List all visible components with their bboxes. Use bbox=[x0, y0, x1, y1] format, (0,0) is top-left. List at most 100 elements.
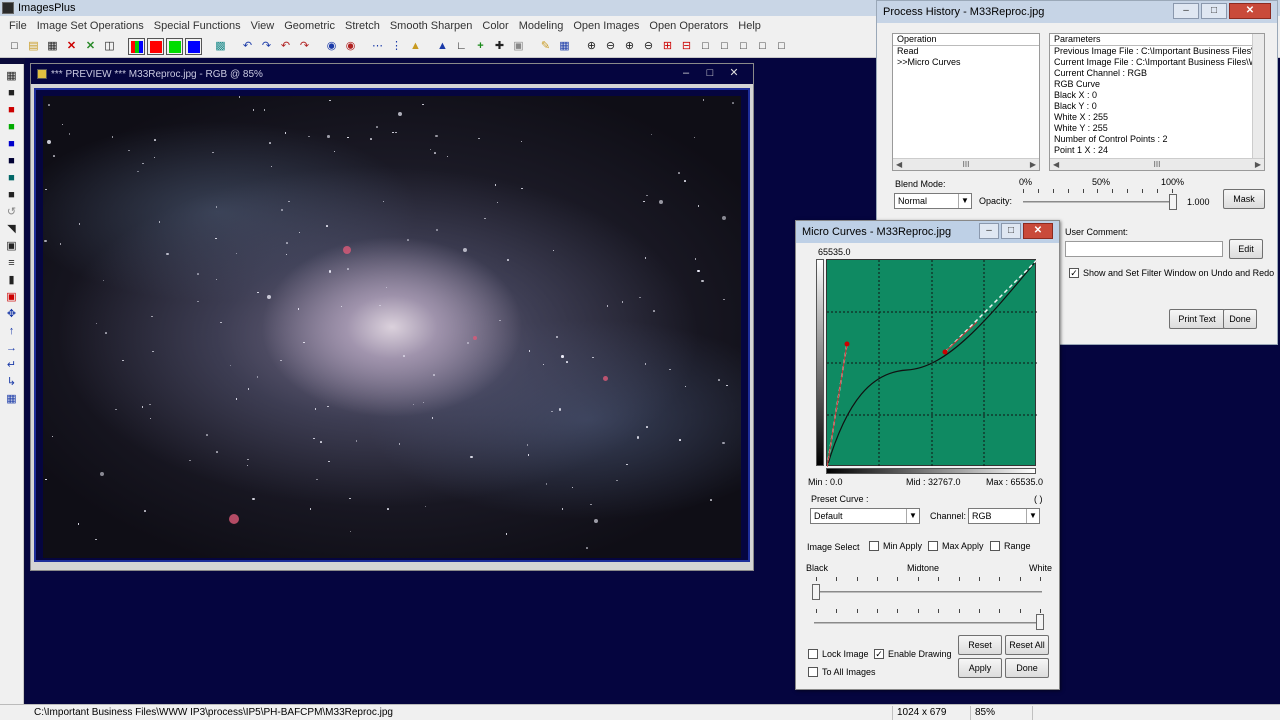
triangle-icon[interactable]: ▲ bbox=[434, 38, 451, 55]
enable-drawing-checkbox[interactable]: ✓ Enable Drawing bbox=[874, 649, 952, 659]
menu-file[interactable]: File bbox=[4, 20, 32, 32]
zoom-fit-icon[interactable]: ⊕ bbox=[621, 38, 638, 55]
rotate-right-icon[interactable]: ↳ bbox=[4, 374, 20, 390]
menu-special-functions[interactable]: Special Functions bbox=[149, 20, 246, 32]
menu-image-set-operations[interactable]: Image Set Operations bbox=[32, 20, 149, 32]
blue-swatch-icon[interactable]: ■ bbox=[4, 136, 20, 152]
curve-graph[interactable] bbox=[826, 259, 1038, 468]
menu-color[interactable]: Color bbox=[477, 20, 513, 32]
undo-icon[interactable]: ↶ bbox=[239, 38, 256, 55]
range-check-box[interactable] bbox=[990, 541, 1000, 551]
control-point-2[interactable] bbox=[942, 349, 948, 355]
bar-icon[interactable]: ▮ bbox=[4, 272, 20, 288]
preset-curve-select[interactable]: Default ▼ bbox=[810, 508, 920, 524]
parameters-list[interactable]: Parameters Previous Image File : C:\Impo… bbox=[1049, 33, 1265, 171]
red-channel-icon[interactable] bbox=[147, 38, 164, 55]
menu-help[interactable]: Help bbox=[733, 20, 766, 32]
black-channel-icon[interactable]: ■ bbox=[4, 85, 20, 101]
close-all-icon[interactable]: ✕ bbox=[82, 38, 99, 55]
record-stop-icon[interactable]: ◉ bbox=[342, 38, 359, 55]
dark-blue-swatch-icon[interactable]: ■ bbox=[4, 153, 20, 169]
square-1-icon[interactable]: □ bbox=[697, 38, 714, 55]
rgb-icon[interactable] bbox=[128, 38, 145, 55]
preview-title-bar[interactable]: *** PREVIEW *** M33Reproc.jpg - RGB @ 85… bbox=[31, 64, 753, 84]
parameters-hscroll[interactable]: ◀ III ▶ bbox=[1050, 158, 1264, 170]
edit-button[interactable]: Edit bbox=[1229, 239, 1263, 259]
red-swatch-icon[interactable]: ■ bbox=[4, 102, 20, 118]
info-icon[interactable]: ▦ bbox=[4, 391, 20, 407]
rotate-left-icon[interactable]: ↵ bbox=[4, 357, 20, 373]
opacity-slider-thumb[interactable] bbox=[1169, 194, 1177, 210]
reset-button[interactable]: Reset bbox=[958, 635, 1002, 655]
black-slider-thumb[interactable] bbox=[812, 584, 820, 600]
max-apply-checkbox[interactable]: Max Apply bbox=[928, 541, 984, 551]
green-channel-icon[interactable] bbox=[166, 38, 183, 55]
menu-view[interactable]: View bbox=[246, 20, 280, 32]
operation-list[interactable]: Operation Read >>Micro Curves ◀ III ▶ bbox=[892, 33, 1040, 171]
blend-mode-select[interactable]: Normal ▼ bbox=[894, 193, 972, 209]
show-filter-check-box[interactable]: ✓ bbox=[1069, 268, 1079, 278]
control-point-1[interactable] bbox=[844, 341, 850, 347]
arrow-right-icon[interactable]: → bbox=[4, 340, 20, 356]
square-3-icon[interactable]: □ bbox=[735, 38, 752, 55]
apply-button[interactable]: Apply bbox=[958, 658, 1002, 678]
teal-swatch-icon[interactable]: ■ bbox=[4, 170, 20, 186]
pencil-icon[interactable]: ✎ bbox=[537, 38, 554, 55]
points-icon[interactable]: ⋮ bbox=[388, 38, 405, 55]
menu-open-images[interactable]: Open Images bbox=[568, 20, 644, 32]
open-image-icon[interactable]: ▲ bbox=[407, 38, 424, 55]
ph-minimize-button[interactable]: – bbox=[1173, 3, 1199, 19]
diagonal-icon[interactable]: ◥ bbox=[4, 221, 20, 237]
curve-svg[interactable] bbox=[826, 259, 1038, 468]
ph-maximize-button[interactable]: □ bbox=[1201, 3, 1227, 19]
min-apply-check-box[interactable] bbox=[869, 541, 879, 551]
micro-curves-window[interactable]: Micro Curves - M33Reproc.jpg – □ ✕ 65535… bbox=[795, 220, 1060, 690]
white-slider[interactable] bbox=[814, 622, 1042, 624]
close-x-icon[interactable]: ✕ bbox=[63, 38, 80, 55]
lock-image-checkbox[interactable]: Lock Image bbox=[808, 649, 869, 659]
operation-row[interactable]: Read bbox=[893, 46, 1039, 57]
menu-stretch[interactable]: Stretch bbox=[340, 20, 385, 32]
menu-open-operators[interactable]: Open Operators bbox=[644, 20, 733, 32]
lock-image-check-box[interactable] bbox=[808, 649, 818, 659]
ph-done-button[interactable]: Done bbox=[1223, 309, 1257, 329]
save-icon[interactable]: ▦ bbox=[4, 68, 20, 84]
square-4-icon[interactable]: □ bbox=[754, 38, 771, 55]
white-slider-thumb[interactable] bbox=[1036, 614, 1044, 630]
parameters-vscroll[interactable] bbox=[1252, 34, 1264, 170]
plus-icon[interactable]: + bbox=[472, 38, 489, 55]
square-5-icon[interactable]: □ bbox=[773, 38, 790, 55]
remove-box-icon[interactable]: ⊟ bbox=[678, 38, 695, 55]
add-box-icon[interactable]: ⊞ bbox=[659, 38, 676, 55]
frame-icon[interactable]: ▣ bbox=[510, 38, 527, 55]
menu-modeling[interactable]: Modeling bbox=[514, 20, 569, 32]
zoom-out-icon[interactable]: ⊖ bbox=[602, 38, 619, 55]
menu-smooth-sharpen[interactable]: Smooth Sharpen bbox=[385, 20, 478, 32]
range-checkbox[interactable]: Range bbox=[990, 541, 1031, 551]
preview-window[interactable]: *** PREVIEW *** M33Reproc.jpg - RGB @ 85… bbox=[30, 63, 754, 571]
menu-geometric[interactable]: Geometric bbox=[279, 20, 340, 32]
preview-minimize-button[interactable]: – bbox=[677, 66, 695, 80]
crop-icon[interactable]: ▣ bbox=[4, 289, 20, 305]
table-icon[interactable]: ▦ bbox=[556, 38, 573, 55]
green-swatch-icon[interactable]: ■ bbox=[4, 119, 20, 135]
crosshair-icon[interactable]: ✚ bbox=[491, 38, 508, 55]
enable-drawing-check-box[interactable]: ✓ bbox=[874, 649, 884, 659]
ph-close-button[interactable]: ✕ bbox=[1229, 3, 1271, 19]
save-icon[interactable]: ▦ bbox=[44, 38, 61, 55]
black-swatch-icon[interactable]: ■ bbox=[4, 187, 20, 203]
preview-close-button[interactable]: ✕ bbox=[725, 66, 743, 80]
zoom-actual-icon[interactable]: ⊖ bbox=[640, 38, 657, 55]
move-icon[interactable]: ✥ bbox=[4, 306, 20, 322]
record-icon[interactable]: ◉ bbox=[323, 38, 340, 55]
operation-row[interactable]: >>Micro Curves bbox=[893, 57, 1039, 68]
mc-close-button[interactable]: ✕ bbox=[1023, 223, 1053, 239]
reset-all-button[interactable]: Reset All bbox=[1005, 635, 1049, 655]
copy-icon[interactable]: ◫ bbox=[101, 38, 118, 55]
blue-channel-icon[interactable] bbox=[185, 38, 202, 55]
redo-all-icon[interactable]: ↷ bbox=[296, 38, 313, 55]
square-2-icon[interactable]: □ bbox=[716, 38, 733, 55]
dots-icon[interactable]: ⋯ bbox=[369, 38, 386, 55]
opacity-slider[interactable] bbox=[1023, 201, 1173, 203]
levels-icon[interactable]: ≡ bbox=[4, 255, 20, 271]
